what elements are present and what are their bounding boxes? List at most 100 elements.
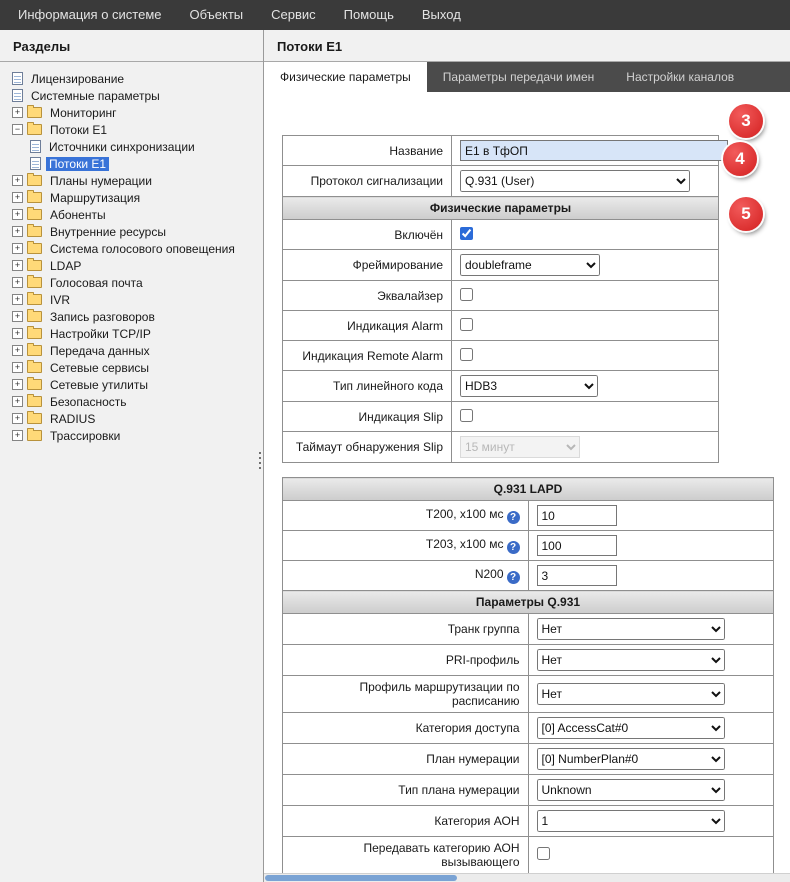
sidebar-item-ldap[interactable]: +LDAP: [4, 257, 259, 274]
sidebar-item-call-recording[interactable]: + Запись разговоров: [4, 308, 259, 325]
sidebar-item-tcpip-settings[interactable]: +Настройки TCP/IP: [4, 325, 259, 342]
expand-icon[interactable]: +: [12, 107, 23, 118]
sidebar-item-traces[interactable]: +Трассировки: [4, 427, 259, 444]
sidebar-item-network-services[interactable]: +Сетевые сервисы: [4, 359, 259, 376]
n200-input[interactable]: [537, 565, 617, 586]
access-category-select[interactable]: [0] AccessCat#0: [537, 717, 725, 739]
expand-icon[interactable]: +: [12, 430, 23, 441]
expand-icon[interactable]: +: [12, 362, 23, 373]
expand-icon[interactable]: +: [12, 209, 23, 220]
expand-icon[interactable]: +: [12, 345, 23, 356]
collapse-icon[interactable]: −: [12, 124, 23, 135]
sidebar-item-data-transfer[interactable]: + Передача данных: [4, 342, 259, 359]
sidebar-item-network-utilities[interactable]: +Сетевые утилиты: [4, 376, 259, 393]
field-label-slip-detection-timeout: Таймаут обнаружения Slip: [283, 432, 452, 463]
pri-profile-select[interactable]: Нет: [537, 649, 725, 671]
slip-detection-timeout-select[interactable]: 15 минут: [460, 436, 580, 458]
sidebar-item-security[interactable]: +Безопасность: [4, 393, 259, 410]
expand-icon[interactable]: +: [12, 311, 23, 322]
sidebar-item-monitoring[interactable]: +Мониторинг: [4, 104, 259, 121]
expand-icon[interactable]: +: [12, 277, 23, 288]
field-label-pri-profile: PRI-профиль: [283, 645, 529, 676]
horizontal-scrollbar[interactable]: [264, 873, 790, 882]
sidebar-item-numbering-plans[interactable]: +Планы нумерации: [4, 172, 259, 189]
slip-indication-checkbox[interactable]: [460, 409, 473, 422]
expand-icon[interactable]: +: [12, 175, 23, 186]
expand-icon[interactable]: +: [12, 396, 23, 407]
tab-channel-settings[interactable]: Настройки каналов: [610, 62, 750, 92]
sidebar-item-ivr[interactable]: +IVR: [4, 291, 259, 308]
help-icon[interactable]: ?: [507, 571, 520, 584]
expand-icon[interactable]: +: [12, 243, 23, 254]
sidebar-item-licensing[interactable]: Лицензирование: [4, 70, 259, 87]
sidebar-item-internal-resources[interactable]: +Внутренние ресурсы: [4, 223, 259, 240]
sidebar-item-label: Запись разговоров: [47, 310, 158, 324]
aon-category-select[interactable]: 1: [537, 810, 725, 832]
trunk-group-select[interactable]: Нет: [537, 618, 725, 640]
expand-icon[interactable]: +: [12, 294, 23, 305]
expand-icon[interactable]: +: [12, 192, 23, 203]
numbering-plan-type-select[interactable]: Unknown: [537, 779, 725, 801]
sidebar-item-label: Маршрутизация: [47, 191, 143, 205]
field-label-signaling-protocol: Протокол сигнализации: [283, 166, 452, 197]
tab-physical-parameters[interactable]: Физические параметры: [264, 62, 427, 92]
sidebar-item-routing[interactable]: + Маршрутизация: [4, 189, 259, 206]
horizontal-scrollbar-thumb[interactable]: [265, 875, 457, 881]
page-icon: [30, 140, 41, 153]
sidebar-item-radius[interactable]: +RADIUS: [4, 410, 259, 427]
signaling-protocol-select[interactable]: Q.931 (User): [460, 170, 690, 192]
sidebar-item-voicemail[interactable]: + Голосовая почта: [4, 274, 259, 291]
menu-exit[interactable]: Выход: [408, 0, 475, 30]
menu-help[interactable]: Помощь: [330, 0, 408, 30]
sidebar-item-system-parameters[interactable]: Системные параметры: [4, 87, 259, 104]
menu-system-info[interactable]: Информация о системе: [4, 0, 176, 30]
tab-name-transfer-parameters[interactable]: Параметры передачи имен: [427, 62, 611, 92]
sidebar-item-label: Система голосового оповещения: [47, 242, 238, 256]
expand-icon[interactable]: +: [12, 328, 23, 339]
sidebar-item-label: Передача данных: [47, 344, 153, 358]
help-icon[interactable]: ?: [507, 511, 520, 524]
field-label-t200: T200, x100 мс?: [283, 501, 529, 531]
sidebar-item-subscribers[interactable]: + Абоненты: [4, 206, 259, 223]
menubar: Информация о системеОбъектыСервисПомощьВ…: [0, 0, 790, 30]
expand-icon[interactable]: +: [12, 260, 23, 271]
stream-name-input[interactable]: [460, 140, 728, 161]
sidebar-item-label: Системные параметры: [28, 89, 163, 103]
alarm-indication-checkbox[interactable]: [460, 318, 473, 331]
sidebar-item-label: Голосовая почта: [47, 276, 146, 290]
expand-icon[interactable]: +: [12, 226, 23, 237]
folder-icon: [27, 192, 42, 203]
section-header: Параметры Q.931: [283, 591, 774, 614]
field-label-stream-name: Название: [283, 136, 452, 166]
schedule-routing-profile-select[interactable]: Нет: [537, 683, 725, 705]
folder-icon: [27, 243, 42, 254]
sidebar-item-e1-streams-folder[interactable]: −Потоки E1: [4, 121, 259, 138]
t203-input[interactable]: [537, 535, 617, 556]
help-icon[interactable]: ?: [507, 541, 520, 554]
field-label-numbering-plan: План нумерации: [283, 744, 529, 775]
sidebar-item-sync-sources[interactable]: Источники синхронизации: [4, 138, 259, 155]
expand-icon[interactable]: +: [12, 413, 23, 424]
equalizer-checkbox[interactable]: [460, 288, 473, 301]
field-label-aon-category: Категория АОН: [283, 806, 529, 837]
sidebar-item-label: Абоненты: [47, 208, 109, 222]
sidebar-item-voice-notification-system[interactable]: + Система голосового оповещения: [4, 240, 259, 257]
menu-service[interactable]: Сервис: [257, 0, 330, 30]
line-code-type-select[interactable]: HDB3: [460, 375, 598, 397]
folder-icon: [27, 396, 42, 407]
page-icon: [30, 157, 41, 170]
sidebar-tree: Лицензирование Системные параметры+Монито…: [0, 62, 263, 452]
enabled-checkbox[interactable]: [460, 227, 473, 240]
numbering-plan-select[interactable]: [0] NumberPlan#0: [537, 748, 725, 770]
send-caller-aon-category-checkbox[interactable]: [537, 847, 550, 860]
framing-select[interactable]: doubleframe: [460, 254, 600, 276]
expand-icon[interactable]: +: [12, 379, 23, 390]
main-panel: Потоки E1 Физические параметрыПараметры …: [264, 30, 790, 882]
remote-alarm-indication-checkbox[interactable]: [460, 348, 473, 361]
sidebar-item-e1-streams[interactable]: Потоки E1: [4, 155, 259, 172]
splitter-handle[interactable]: [256, 452, 264, 469]
field-label-send-caller-aon-category: Передавать категорию АОН вызывающего: [283, 837, 529, 874]
menu-objects[interactable]: Объекты: [176, 0, 258, 30]
annotation-badge-3: 3: [729, 104, 763, 138]
t200-input[interactable]: [537, 505, 617, 526]
